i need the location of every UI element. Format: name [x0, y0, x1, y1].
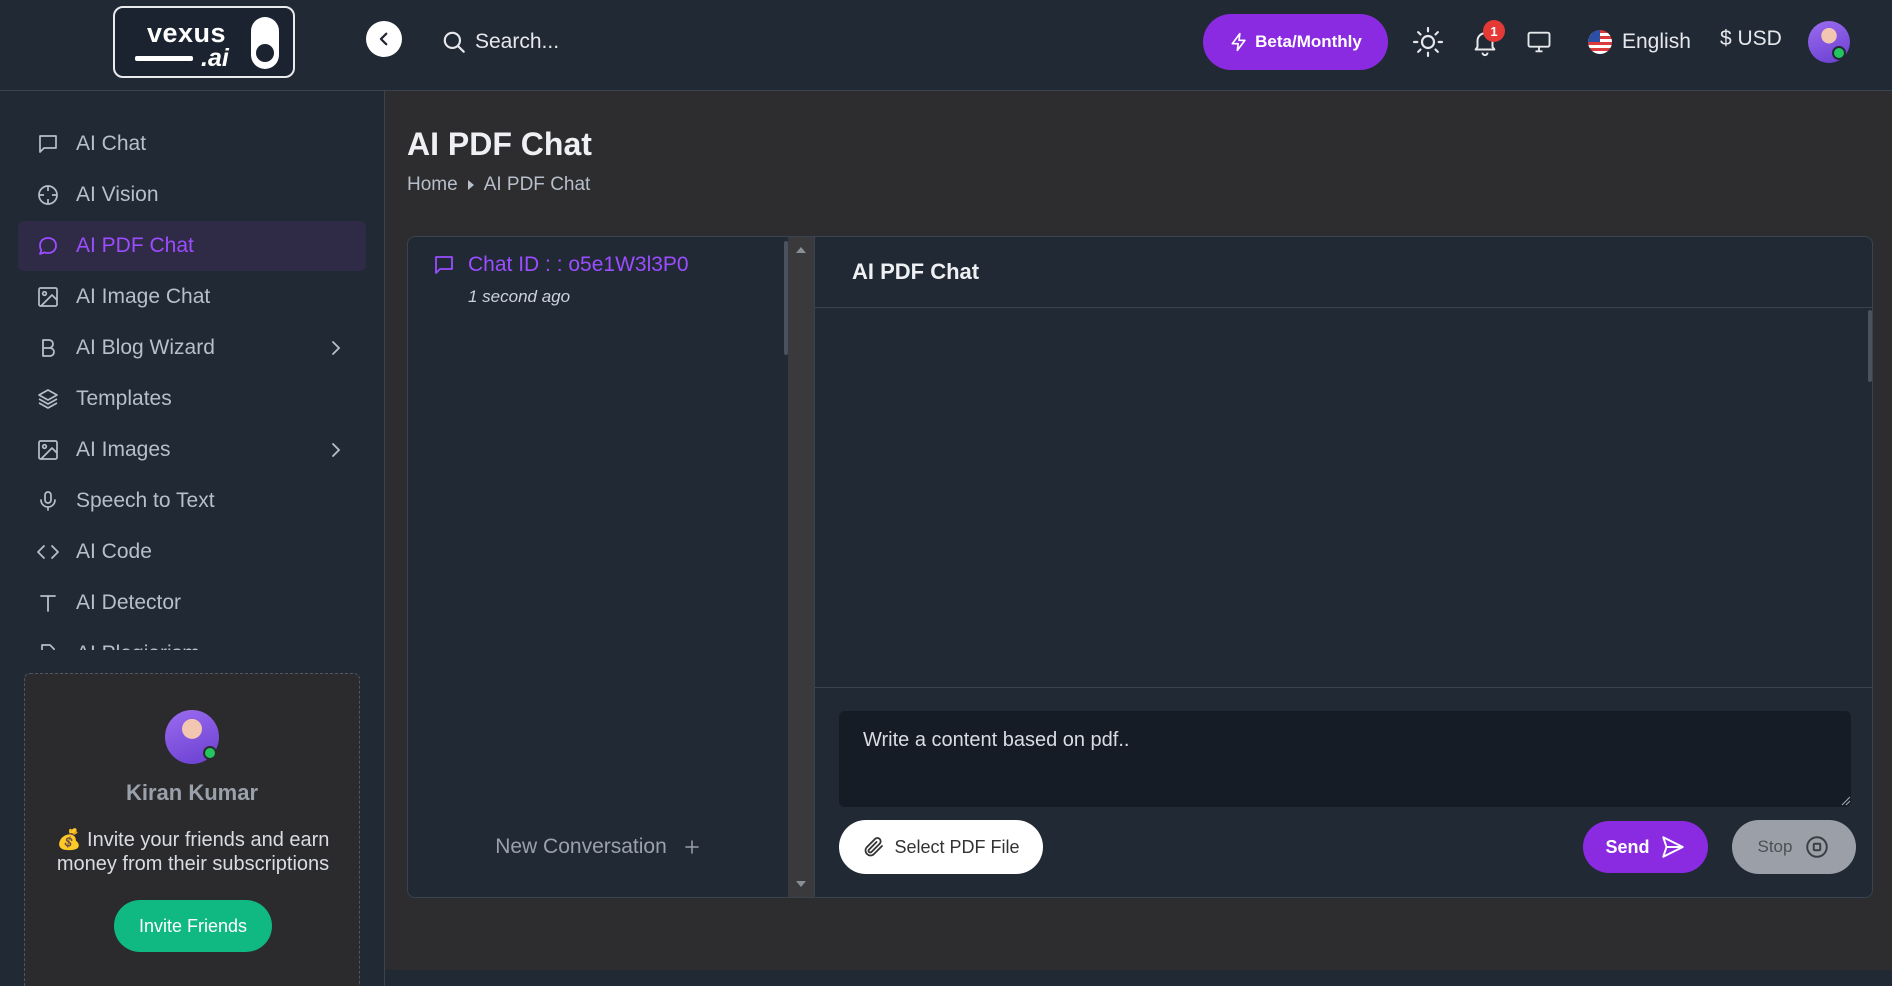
stop-label: Stop [1757, 837, 1793, 856]
chat-scroll-thumb[interactable] [1868, 310, 1872, 382]
chat-title: AI PDF Chat [815, 237, 1872, 308]
top-header: vexus .ai Beta/Monthly 1 English $ USD [0, 0, 1892, 91]
image-icon [38, 440, 58, 460]
crosshair-icon [38, 185, 58, 205]
sidebar-item-ai-detector[interactable]: AI Detector [18, 578, 366, 628]
sidebar-item-label: AI Code [76, 540, 152, 563]
sidebar-item-label: Speech to Text [76, 489, 215, 512]
plan-button[interactable]: Beta/Monthly [1203, 14, 1388, 70]
conversation-id: Chat ID : : o5e1W3l3P0 [468, 253, 689, 276]
sidebar-item-label: AI Plagiarism [76, 642, 200, 650]
page-title: AI PDF Chat [407, 126, 592, 162]
prompt-input[interactable] [839, 711, 1851, 807]
sidebar-item-label: AI Vision [76, 183, 159, 206]
sidebar-item-label: AI Images [76, 438, 171, 461]
plus-icon [685, 840, 699, 854]
document-icon [41, 644, 55, 650]
send-label: Send [1605, 836, 1650, 857]
chevron-left-icon [379, 32, 388, 46]
stop-button[interactable]: Stop [1732, 820, 1856, 874]
invite-promo-card: Kiran Kumar 💰 Invite your friends and ea… [24, 673, 360, 986]
conversation-list: Chat ID : : o5e1W3l3P0 1 second ago New … [408, 237, 788, 897]
logo-toggle-mark [251, 17, 279, 69]
online-status-dot [203, 746, 217, 760]
breadcrumb-current: AI PDF Chat [483, 174, 591, 195]
code-icon [37, 545, 59, 559]
sidebar-item-label: AI Blog Wizard [76, 336, 215, 359]
theme-toggle-button[interactable] [1410, 24, 1446, 60]
sidebar-item-speech-to-text[interactable]: Speech to Text [18, 476, 366, 526]
sidebar-item-ai-pdf-chat[interactable]: AI PDF Chat [18, 221, 366, 271]
text-t-icon [40, 595, 56, 612]
language-label: English [1622, 30, 1691, 53]
sidebar-item-label: AI Detector [76, 591, 182, 614]
image-icon [38, 287, 58, 307]
sidebar-item-ai-image-chat[interactable]: AI Image Chat [18, 272, 366, 322]
select-pdf-label: Select PDF File [894, 836, 1020, 857]
sun-icon [1412, 26, 1444, 58]
sidebar-collapse-button[interactable] [366, 21, 402, 57]
notification-badge: 1 [1483, 20, 1505, 42]
sidebar-item-label: Templates [76, 387, 172, 410]
footer-strip [385, 970, 1892, 986]
new-conversation-label: New Conversation [495, 835, 667, 858]
language-selector[interactable]: English [1588, 27, 1691, 57]
sidebar-item-label: AI Image Chat [76, 285, 211, 308]
us-flag-icon [1588, 30, 1612, 54]
logo-underline [135, 56, 193, 61]
conversation-time: 1 second ago [468, 287, 571, 306]
chat-messages [815, 308, 1872, 688]
invite-friends-button[interactable]: Invite Friends [114, 900, 272, 952]
sidebar-item-templates[interactable]: Templates [18, 374, 366, 424]
chat-area: AI PDF Chat Select PDF File Send Stop [814, 237, 1872, 897]
chevron-right-icon [332, 341, 341, 355]
sidebar-nav: AI Chat AI Vision AI PDF Chat AI Image C… [18, 119, 366, 650]
breadcrumb-home-link[interactable]: Home [407, 174, 458, 196]
monitor-icon [1527, 31, 1551, 53]
stop-circle-icon [1806, 836, 1829, 858]
promo-text: 💰 Invite your friends and earn money fro… [56, 829, 330, 875]
vexus-logo[interactable]: vexus .ai [113, 6, 295, 78]
sidebar-item-ai-plagiarism[interactable]: AI Plagiarism [18, 629, 366, 650]
logo-suffix: .ai [201, 44, 229, 72]
sidebar-item-label: AI PDF Chat [76, 234, 194, 257]
fullscreen-button[interactable] [1521, 24, 1557, 60]
bold-b-icon [42, 339, 55, 357]
lightning-icon [1231, 32, 1246, 52]
currency-selector[interactable]: $ USD [1720, 27, 1782, 51]
sidebar: AI Chat AI Vision AI PDF Chat AI Image C… [0, 91, 385, 986]
send-button[interactable]: Send [1583, 821, 1708, 873]
sidebar-item-ai-vision[interactable]: AI Vision [18, 170, 366, 220]
send-icon [1661, 836, 1684, 858]
online-status-dot [1832, 46, 1846, 60]
plan-label: Beta/Monthly [1255, 32, 1362, 51]
chat-bubble-icon [39, 237, 57, 255]
chevron-right-icon [332, 443, 341, 457]
chat-square-icon [435, 256, 453, 274]
resize-grip-icon[interactable] [1841, 796, 1851, 806]
caret-right-icon [467, 180, 474, 190]
promo-user-name: Kiran Kumar [125, 780, 259, 805]
scroll-down-arrow-icon[interactable] [796, 881, 806, 887]
chat-square-icon [39, 135, 57, 153]
scroll-up-arrow-icon[interactable] [796, 247, 806, 253]
layers-icon [38, 389, 58, 409]
breadcrumb: Home AI PDF Chat [407, 174, 590, 196]
microphone-icon [40, 491, 56, 511]
select-pdf-button[interactable]: Select PDF File [839, 820, 1043, 874]
conversation-scrollbar[interactable] [788, 237, 814, 897]
sidebar-item-ai-blog-wizard[interactable]: AI Blog Wizard [18, 323, 366, 373]
paperclip-icon [865, 837, 884, 857]
sidebar-item-ai-images[interactable]: AI Images [18, 425, 366, 475]
list-item[interactable]: Chat ID : : o5e1W3l3P0 1 second ago [432, 253, 762, 307]
sidebar-item-ai-code[interactable]: AI Code [18, 527, 366, 577]
search-icon [443, 31, 465, 53]
search-input[interactable] [475, 24, 755, 60]
new-conversation-button[interactable]: New Conversation [488, 827, 708, 867]
pdf-chat-panel: Chat ID : : o5e1W3l3P0 1 second ago New … [407, 236, 1873, 898]
sidebar-item-ai-chat[interactable]: AI Chat [18, 119, 366, 169]
sidebar-item-label: AI Chat [76, 132, 147, 155]
